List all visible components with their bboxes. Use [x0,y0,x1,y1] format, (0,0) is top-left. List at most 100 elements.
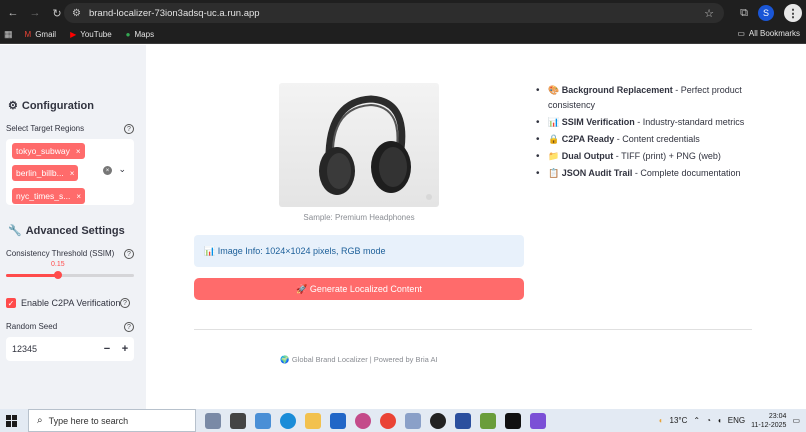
generate-button[interactable]: 🚀 Generate Localized Content [194,278,524,300]
threshold-slider[interactable] [6,271,134,279]
editor-icon[interactable] [480,412,496,429]
apps-grid-icon[interactable]: ▦ [4,29,13,40]
chevron-down-icon[interactable]: ⌄ [118,164,126,175]
forward-arrow-icon[interactable]: → [26,4,44,22]
sidebar: ⚙ Configuration Select Target Regions ? … [0,45,146,409]
task-view-icon[interactable] [230,412,246,429]
feature-item: 📋 JSON Audit Trail - Complete documentat… [536,166,746,181]
time: 23:04 [768,412,787,420]
gear-icon: ⚙ [8,100,18,112]
maps-icon: ● [125,30,131,39]
feature-title: Dual Output [561,151,614,161]
outlook-icon[interactable] [330,412,346,429]
all-bookmarks[interactable]: ▭ All Bookmarks [737,29,800,38]
image-info-box: 📊 Image Info: 1024×1024 pixels, RGB mode [194,235,524,267]
footer-text: 🌍 Global Brand Localizer | Powered by Br… [280,355,438,364]
search-placeholder: Type here to search [48,415,129,426]
regions-label: Select Target Regions [6,124,85,133]
chevron-up-icon[interactable]: ⌃ [693,416,700,425]
threshold-label: Consistency Threshold (SSIM) [6,249,115,258]
feature-item: 📊 SSIM Verification - Industry-standard … [536,115,746,130]
decrement-button[interactable]: − [98,343,116,355]
wrench-icon: 🔧 [8,225,22,237]
powershell-icon[interactable] [455,412,471,429]
c2pa-label: Enable C2PA Verification [21,298,121,308]
remove-tag-icon[interactable]: × [76,147,81,156]
slider-fill [6,274,58,277]
lock-icon: 🔒 [548,134,560,144]
bookmark-label: YouTube [80,30,112,39]
features-list: 🎨 Background Replacement - Perfect produ… [536,83,746,183]
widget-icon[interactable] [205,412,221,429]
volume-icon[interactable]: ◖ [717,416,722,425]
bookmarks-bar: ▦ M Gmail ▶ YouTube ● Maps ▭ All Bookmar… [0,26,806,44]
help-icon[interactable]: ? [124,124,134,134]
chrome-icon[interactable] [380,412,396,429]
language[interactable]: ENG [728,416,745,425]
app-icon[interactable] [355,412,371,429]
bookmark-label: Gmail [35,30,57,39]
feature-desc: - Complete documentation [632,168,741,178]
network-icon[interactable]: ◔ [706,416,711,425]
extensions-icon[interactable]: ⧉ [740,7,748,20]
increment-button[interactable]: + [116,343,134,355]
file-explorer-icon[interactable] [305,412,321,429]
back-arrow-icon[interactable]: ← [4,4,22,22]
search-icon: ⌕ [37,415,43,426]
edge-icon[interactable] [280,412,296,429]
feature-title: SSIM Verification [561,117,635,127]
notification-icon[interactable]: ▭ [792,416,800,425]
region-tag[interactable]: berlin_billb... × [12,165,79,181]
divider [194,329,752,330]
bookmark-star-icon[interactable]: ☆ [704,7,714,20]
feature-desc: - Industry-standard metrics [634,117,745,127]
region-tag-label: nyc_times_s... [16,191,71,201]
app-icon[interactable] [255,412,271,429]
terminal-icon[interactable] [505,412,521,429]
taskbar-search[interactable]: ⌕ Type here to search [28,409,196,432]
windows-start-icon[interactable] [6,414,18,427]
notepad-icon[interactable] [405,412,421,429]
slider-thumb[interactable] [53,271,62,279]
feature-title: C2PA Ready [561,134,615,144]
feature-item: 🎨 Background Replacement - Perfect produ… [536,83,746,113]
region-tag[interactable]: nyc_times_s... × [12,188,85,204]
seed-label: Random Seed [6,322,58,331]
headphones-image [319,95,432,200]
temperature[interactable]: 13°C [670,416,688,425]
regions-multiselect[interactable]: tokyo_subway × berlin_billb... × nyc_tim… [6,139,134,205]
remove-tag-icon[interactable]: × [70,169,75,178]
chart-icon: 📊 [548,117,560,127]
seed-input[interactable]: 12345 − + [6,337,134,361]
c2pa-checkbox[interactable]: ✓ [6,298,16,308]
threshold-value: 0.15 [51,261,65,268]
bookmark-youtube[interactable]: ▶ YouTube [70,30,112,39]
url-text: brand-localizer-73ion3adsq-uc.a.run.app [88,7,260,19]
browser-toolbar: ← → ↻ ⚙ brand-localizer-73ion3adsq-uc.a.… [0,0,806,26]
address-bar[interactable]: ⚙ brand-localizer-73ion3adsq-uc.a.run.ap… [64,3,724,23]
configuration-title: Configuration [21,99,94,112]
help-icon[interactable]: ? [124,322,134,332]
feature-item: 📁 Dual Output - TIFF (print) + PNG (web) [536,149,746,164]
help-icon[interactable]: ? [124,249,134,259]
feature-title: JSON Audit Trail [561,168,633,178]
app-icon[interactable] [530,412,546,429]
region-tag[interactable]: tokyo_subway × [12,143,85,159]
clock[interactable]: 23:04 11-12-2025 [751,412,786,430]
clipboard-icon: 📋 [548,168,560,178]
remove-tag-icon[interactable]: × [76,192,81,201]
profile-avatar[interactable]: S [758,5,774,21]
advanced-settings-title: Advanced Settings [25,224,125,237]
clear-all-icon[interactable]: × [103,166,112,175]
bookmark-maps[interactable]: ● Maps [126,30,154,39]
palette-icon: 🎨 [548,85,560,95]
browser-menu-icon[interactable]: ⋮ [784,4,802,22]
region-tag-label: berlin_billb... [16,168,64,178]
bookmark-gmail[interactable]: M Gmail [25,30,57,39]
seed-value[interactable]: 12345 [12,344,98,354]
site-info-icon[interactable]: ⚙ [72,8,81,19]
help-icon[interactable]: ? [120,298,130,308]
bookmark-label: Maps [134,30,155,39]
weather-icon[interactable]: ◐ [659,416,664,425]
media-player-icon[interactable] [430,412,446,429]
